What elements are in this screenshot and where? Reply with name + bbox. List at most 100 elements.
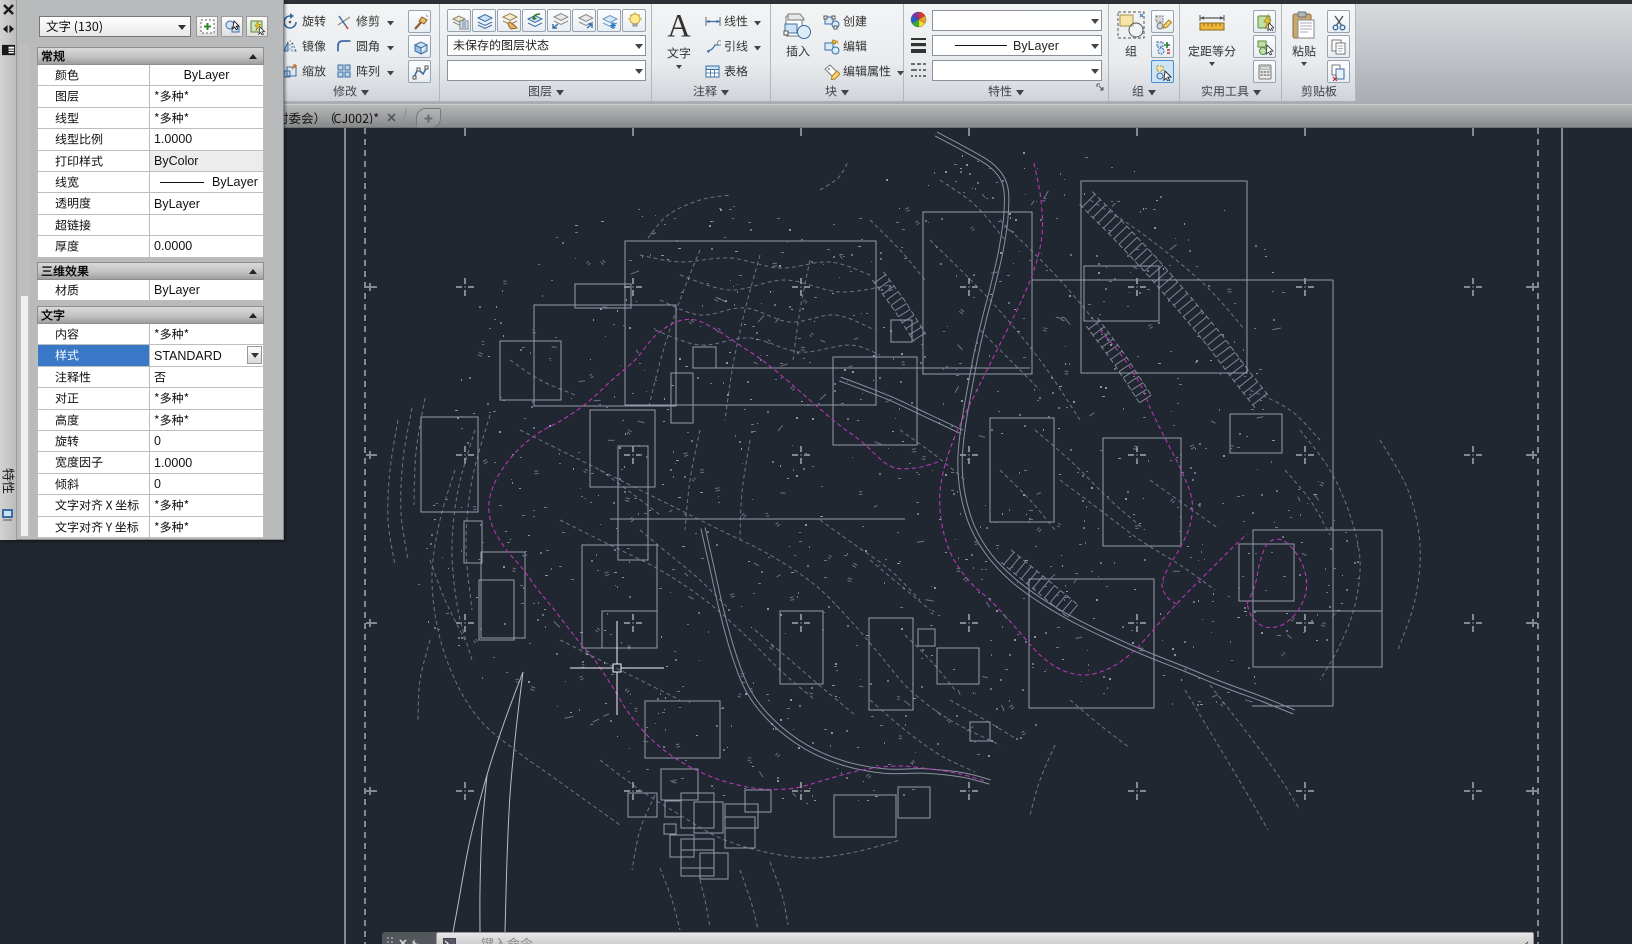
ribbon-button-圆角[interactable] — [336, 35, 394, 58]
chevron-down-icon[interactable] — [387, 63, 394, 81]
ribbon-panel-label-utilities[interactable] — [1180, 84, 1281, 99]
palette-row-value[interactable] — [149, 214, 264, 237]
ribbon-tool-pedit-icon[interactable] — [408, 60, 431, 83]
ribbon-tool-layeriso-icon[interactable] — [547, 9, 571, 32]
palette-row-value[interactable]: 1.0000 — [149, 129, 264, 151]
lineweight-icon[interactable] — [910, 36, 927, 54]
palette-row-value[interactable]: ByLayer — [149, 172, 264, 194]
palette-row-value[interactable] — [149, 324, 264, 346]
command-expand-icon[interactable] — [1522, 935, 1529, 944]
palette-row-value[interactable] — [149, 86, 264, 108]
properties-combo-0[interactable] — [932, 10, 1102, 31]
properties-combo-1[interactable]: ByLayer — [932, 35, 1102, 56]
tab-close-icon[interactable] — [387, 109, 396, 127]
palette-row-value[interactable]: 0 — [149, 431, 264, 453]
ribbon-tool-qselect-icon[interactable] — [1253, 10, 1276, 33]
ribbon-panel-label-layers[interactable] — [440, 84, 651, 99]
layer-state-combo[interactable] — [447, 35, 646, 56]
properties-combo-2[interactable] — [932, 60, 1102, 81]
ribbon-tool-calc-icon[interactable] — [1253, 60, 1276, 83]
command-line-dock[interactable] — [382, 932, 1534, 944]
ribbon-button-引线[interactable] — [704, 35, 761, 58]
ribbon-tool-copybase-icon[interactable] — [1327, 60, 1350, 83]
ribbon-tool-copy-icon[interactable] — [1327, 35, 1350, 58]
chevron-down-icon[interactable] — [1091, 68, 1099, 74]
chevron-down-icon[interactable] — [635, 68, 643, 74]
palette-section-header-文字[interactable] — [37, 306, 264, 324]
palette-section-header-常规[interactable] — [37, 47, 264, 65]
ribbon-bigbutton-插入[interactable] — [778, 10, 818, 84]
ribbon-tool-matchprops-icon[interactable] — [408, 10, 431, 33]
ribbon-button-表格[interactable] — [704, 60, 748, 83]
command-close-icon[interactable] — [399, 934, 407, 944]
ribbon-panel-label-clipboard[interactable] — [1282, 84, 1355, 99]
palette-section-header-三维效果[interactable] — [37, 262, 264, 281]
ribbon-button-编辑[interactable] — [823, 35, 867, 58]
ribbon-bigbutton-文字[interactable]: A — [659, 8, 699, 84]
file-tab[interactable] — [270, 107, 402, 129]
ribbon-button-旋转[interactable] — [282, 10, 326, 33]
colorwheel-icon[interactable] — [910, 11, 927, 28]
palette-row-value[interactable] — [149, 409, 264, 431]
ribbon-button-缩放[interactable] — [282, 60, 326, 83]
palette-row-value[interactable]: 0 — [149, 473, 264, 496]
chevron-down-icon[interactable] — [387, 13, 394, 31]
new-tab-button[interactable] — [416, 108, 441, 128]
palette-row-value[interactable]: 0.0000 — [149, 236, 264, 258]
chevron-down-icon[interactable] — [387, 38, 394, 56]
command-dock-grip[interactable] — [382, 932, 436, 944]
ribbon-panel-label-properties[interactable] — [904, 84, 1108, 99]
palette-row-value[interactable] — [149, 495, 264, 517]
ribbon-button-阵列[interactable] — [336, 60, 394, 83]
chevron-down-icon[interactable] — [754, 13, 761, 31]
value-combo-button[interactable] — [247, 346, 262, 365]
section-collapse-icon[interactable] — [249, 54, 257, 59]
palette-row-value[interactable]: STANDARD — [149, 345, 264, 367]
layer-combo[interactable] — [447, 60, 646, 81]
ribbon-panel-label-groups[interactable] — [1109, 84, 1179, 99]
ribbon-tool-layerprops-icon[interactable] — [447, 9, 471, 32]
chevron-down-icon[interactable] — [1091, 18, 1099, 24]
chevron-down-icon[interactable] — [897, 63, 904, 81]
ribbon-tool-gedit-icon[interactable] — [1151, 10, 1174, 33]
ribbon-tool-layers-icon[interactable] — [472, 9, 496, 32]
ribbon-button-镜像[interactable] — [282, 35, 326, 58]
chevron-down-icon[interactable] — [1301, 62, 1307, 66]
palette-row-value[interactable] — [149, 107, 264, 130]
ribbon-tool-layerbulb-icon[interactable] — [622, 9, 646, 32]
chevron-down-icon[interactable] — [1209, 62, 1215, 66]
dialog-launcher-icon[interactable] — [1096, 79, 1105, 97]
ribbon-tool-cut-icon[interactable] — [1327, 10, 1350, 33]
ribbon-tool-gsel-icon[interactable] — [1151, 60, 1174, 83]
ribbon-tool-layerhand-icon[interactable] — [497, 9, 521, 32]
ribbon-button-线性[interactable] — [704, 10, 761, 33]
palette-row-value[interactable] — [149, 388, 264, 410]
linetype-icon[interactable] — [910, 61, 927, 78]
chevron-down-icon[interactable] — [635, 43, 643, 49]
chevron-down-icon[interactable] — [1091, 43, 1099, 49]
ribbon-button-创建[interactable] — [823, 10, 867, 33]
ribbon-bigbutton-组[interactable] — [1113, 10, 1149, 84]
palette-row-value[interactable] — [149, 366, 264, 389]
ribbon-panel-label-modify[interactable] — [262, 84, 439, 99]
command-wrench-icon[interactable] — [412, 934, 423, 944]
section-collapse-icon[interactable] — [249, 269, 257, 275]
palette-row-value[interactable]: 1.0000 — [149, 452, 264, 474]
ribbon-tool-gadd-icon[interactable] — [1151, 35, 1174, 58]
chevron-down-icon[interactable] — [676, 65, 682, 69]
ribbon-button-修剪[interactable] — [336, 10, 394, 33]
palette-row-value[interactable]: ByColor — [149, 150, 264, 172]
palette-row-value[interactable]: ByLayer — [149, 280, 264, 302]
ribbon-tool-layerundo-icon[interactable] — [522, 9, 546, 32]
ribbon-panel-label-block[interactable] — [771, 84, 903, 99]
ribbon-tool-box3d-icon[interactable] — [408, 35, 431, 58]
palette-row-value[interactable]: ByLayer — [149, 193, 264, 215]
ribbon-tool-layerfreeze-icon[interactable] — [597, 9, 621, 32]
palette-row-value[interactable]: ByLayer — [149, 65, 264, 87]
chevron-down-icon[interactable] — [754, 38, 761, 56]
ribbon-tool-selsim-icon[interactable] — [1253, 35, 1276, 58]
command-input-bar[interactable] — [436, 932, 1534, 944]
section-collapse-icon[interactable] — [249, 313, 257, 318]
ribbon-bigbutton-定距等分[interactable] — [1184, 10, 1240, 84]
ribbon-button-编辑属性[interactable] — [823, 60, 904, 83]
